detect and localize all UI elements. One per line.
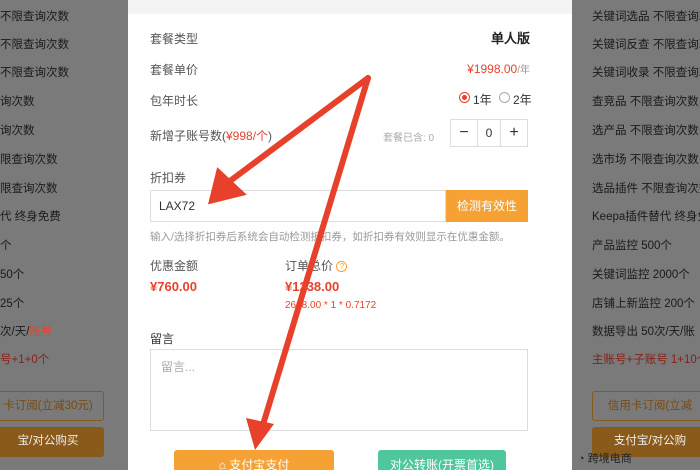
duration-label: 包年时长	[150, 94, 199, 108]
info-icon: ?	[336, 261, 348, 273]
existing-accounts-note: 套餐已含: 0	[383, 133, 435, 144]
bg-subscribe-button: 卡订阅(立减30元)	[0, 391, 104, 421]
bg-right-line: Keepa插件替代 终身免	[592, 211, 700, 223]
bg-left-line: 询次数	[0, 96, 35, 108]
bg-left-line: 不限查询次数	[0, 39, 69, 51]
bg-purchase-button: 宝/对公购买	[0, 427, 104, 457]
coupon-hint: 输入/选择折扣券后系统会自动检测折扣券，如折扣券有效则显示在优惠金额。	[150, 231, 510, 243]
stepper-minus-button[interactable]: −	[451, 120, 477, 146]
modal-top-edge	[128, 0, 572, 14]
order-modal: 套餐类型 单人版 套餐单价 ¥1998.00/年 包年时长 1年 2年 新增子账…	[128, 0, 572, 470]
bg-right-line: 关键词收录 不限查询次	[592, 67, 700, 79]
unit-price: ¥1998.00/年	[467, 61, 530, 76]
bg-right-line: 数据导出 50次/天/账	[592, 326, 695, 338]
order-total-value: ¥1238.00	[285, 279, 340, 294]
stepper-value[interactable]: 0	[477, 120, 501, 146]
sub-accounts-label: 新增子账号数(¥998/个)	[150, 129, 273, 143]
bg-left-line: 个	[0, 240, 12, 252]
coupon-input[interactable]: LAX72	[150, 190, 446, 222]
unit-price-label: 套餐单价	[150, 63, 199, 77]
watermark: ◔ 跨境电商	[578, 453, 632, 465]
check-validity-button[interactable]: 检测有效性	[446, 190, 528, 222]
wechat-icon: ◔	[578, 453, 585, 465]
duration-1y-label[interactable]: 1年	[473, 91, 492, 108]
bg-left-line: 限查询次数	[0, 183, 58, 195]
duration-1y-radio[interactable]	[459, 92, 470, 103]
alipay-icon: ⌂	[218, 458, 226, 470]
bg-right-line: 关键词反查 不限查询次	[592, 39, 700, 51]
background-right-panel: 关键词选品 不限查询次 关键词反查 不限查询次 关键词收录 不限查询次 查竞品 …	[572, 0, 700, 470]
bg-right-line: 查竞品 不限查询次数	[592, 96, 699, 108]
bg-left-line: 50个	[0, 269, 25, 281]
bg-right-line: 主账号+子账号 1+10个	[592, 354, 700, 366]
package-type-value: 单人版	[490, 31, 530, 46]
discount-value: ¥760.00	[150, 279, 197, 294]
message-textarea[interactable]: 留言...	[150, 349, 528, 431]
bg-right-line: 关键词选品 不限查询次	[592, 11, 700, 23]
order-total-formula: 2688.00 * 1 * 0.7172	[285, 300, 377, 311]
message-label: 留言	[150, 332, 175, 346]
duration-2y-radio[interactable]	[499, 92, 510, 103]
bg-right-line: 店铺上新监控 200个	[592, 298, 695, 310]
unit-price-suffix: /年	[517, 65, 530, 76]
background-left-panel: 不限查询次数 不限查询次数 不限查询次数 询次数 询次数 限查询次数 限查询次数…	[0, 0, 128, 470]
bg-left-line: 不限查询次数	[0, 67, 69, 79]
sub-accounts-stepper: − 0 +	[450, 119, 528, 147]
bg-right-line: 选品插件 不限查询次数	[592, 183, 700, 195]
duration-2y-label[interactable]: 2年	[513, 91, 532, 108]
bg-left-line: 代 终身免费	[0, 211, 61, 223]
bg-subscribe-button: 信用卡订阅(立减	[592, 391, 700, 421]
package-type-label: 套餐类型	[150, 32, 199, 46]
bg-left-line: 号+1+0个	[0, 354, 50, 366]
stepper-plus-button[interactable]: +	[501, 120, 527, 146]
bg-left-line: 25个	[0, 298, 25, 310]
bg-left-line: 询次数	[0, 125, 35, 137]
bg-left-line: 不限查询次数	[0, 11, 69, 23]
bg-right-line: 产品监控 500个	[592, 240, 672, 252]
bg-right-line: 选市场 不限查询次数	[592, 154, 699, 166]
discount-label: 优惠金额	[150, 259, 199, 273]
alipay-button[interactable]: ⌂ 支付宝支付	[174, 450, 334, 470]
coupon-label: 折扣券	[150, 171, 187, 185]
order-total-label: 订单总价 ?	[285, 257, 348, 274]
bg-right-line: 关键词监控 2000个	[592, 269, 690, 281]
bg-left-line: 次/天/账号	[0, 326, 53, 338]
unit-price-value: ¥1998.00	[467, 62, 518, 76]
bg-left-line: 限查询次数	[0, 154, 58, 166]
bg-right-line: 选产品 不限查询次数	[592, 125, 699, 137]
bank-transfer-button[interactable]: 对公转账(开票首选)	[378, 450, 506, 470]
